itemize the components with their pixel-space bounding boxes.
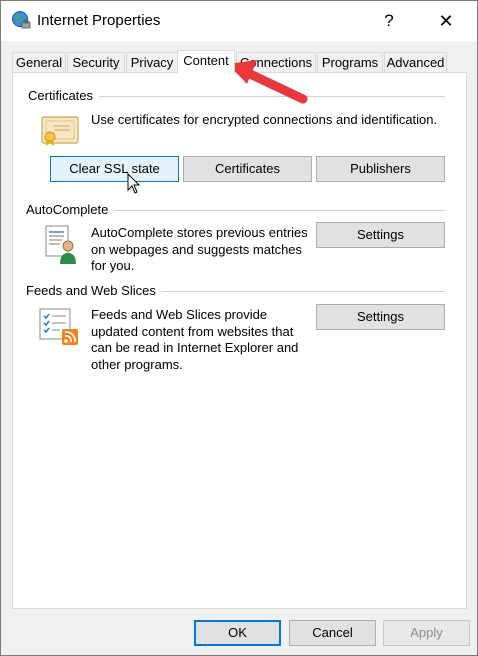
autocomplete-heading: AutoComplete xyxy=(26,202,115,217)
tab-connections[interactable]: Connections xyxy=(236,52,316,72)
content-tab-panel: Certificates Use certificates for encryp… xyxy=(12,72,467,609)
dialog-footer: OK Cancel Apply xyxy=(1,609,477,655)
window-title: Internet Properties xyxy=(37,12,161,29)
feeds-settings-button[interactable]: Settings xyxy=(316,304,445,330)
feeds-description-line: updated content from websites that xyxy=(91,323,294,339)
publishers-button[interactable]: Publishers xyxy=(316,156,445,182)
internet-globe-icon xyxy=(12,11,31,29)
feeds-rss-icon xyxy=(39,308,78,345)
close-button[interactable]: ✕ xyxy=(431,7,461,35)
tab-advanced[interactable]: Advanced xyxy=(384,52,447,72)
feeds-heading: Feeds and Web Slices xyxy=(26,283,162,298)
certificates-divider xyxy=(97,96,445,97)
autocomplete-description: AutoComplete stores previous entries on … xyxy=(91,225,308,275)
feeds-description-line: other programs. xyxy=(91,356,183,372)
ok-button[interactable]: OK xyxy=(194,620,281,646)
cancel-button[interactable]: Cancel xyxy=(289,620,376,646)
title-bar: Internet Properties ? ✕ xyxy=(1,1,477,41)
autocomplete-description-line: on webpages and suggests matches xyxy=(91,241,303,257)
autocomplete-description-line: for you. xyxy=(91,258,135,273)
internet-properties-dialog: Internet Properties ? ✕ Certificates Use… xyxy=(0,0,478,656)
autocomplete-description-line: AutoComplete stores previous entries xyxy=(91,225,308,240)
certificates-heading: Certificates xyxy=(28,88,100,103)
help-button[interactable]: ? xyxy=(377,7,401,35)
tab-privacy[interactable]: Privacy xyxy=(126,52,178,72)
tab-content[interactable]: Content xyxy=(177,50,235,74)
tab-general[interactable]: General xyxy=(12,52,66,72)
certificates-description: Use certificates for encrypted connectio… xyxy=(91,112,438,127)
autocomplete-user-icon xyxy=(45,225,76,264)
mouse-cursor-icon xyxy=(127,173,141,194)
feeds-description-line: Feeds and Web Slices provide xyxy=(91,307,268,322)
feeds-divider xyxy=(159,291,445,292)
feeds-description-line: can be read in Internet Explorer and xyxy=(91,340,299,355)
feeds-description: Feeds and Web Slices provide updated con… xyxy=(91,307,298,373)
autocomplete-divider xyxy=(105,210,445,211)
apply-button[interactable]: Apply xyxy=(383,620,470,646)
certificate-icon xyxy=(41,116,79,146)
certificates-button[interactable]: Certificates xyxy=(183,156,312,182)
tab-programs[interactable]: Programs xyxy=(317,52,383,72)
tab-security[interactable]: Security xyxy=(67,52,125,72)
clear-ssl-state-button[interactable]: Clear SSL state xyxy=(50,156,179,182)
autocomplete-settings-button[interactable]: Settings xyxy=(316,222,445,248)
